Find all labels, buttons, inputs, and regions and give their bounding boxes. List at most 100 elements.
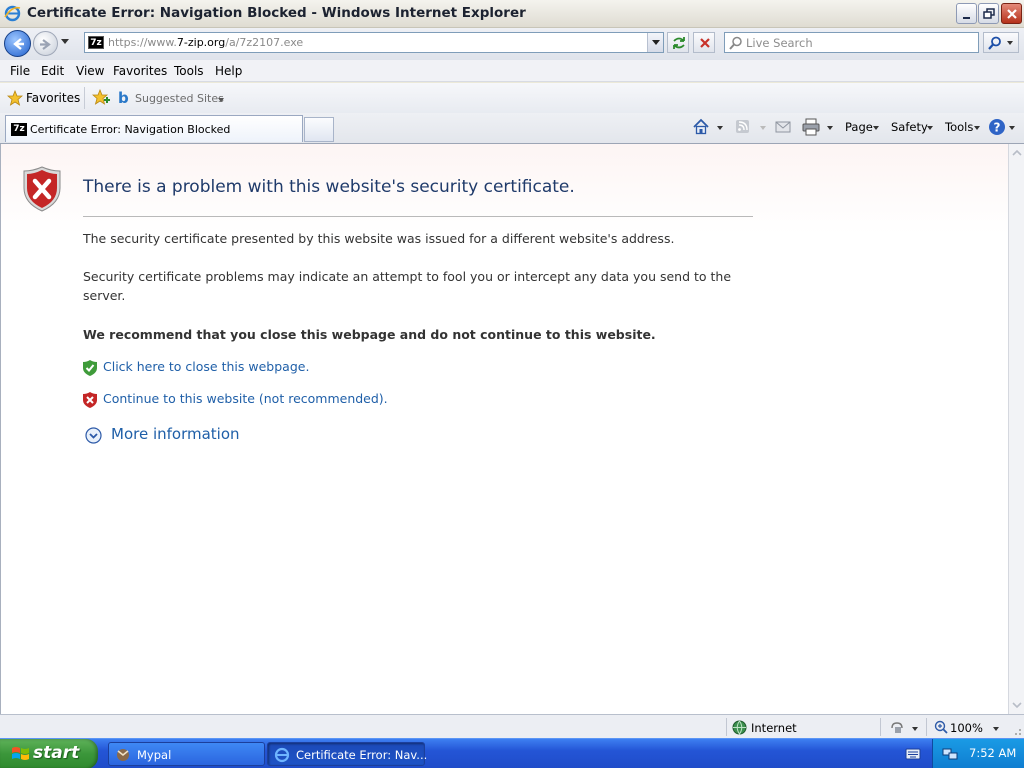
security-zone[interactable]: Internet <box>751 721 797 735</box>
recent-pages-dropdown[interactable] <box>61 39 69 44</box>
keyboard-icon[interactable] <box>905 747 921 761</box>
minimize-button[interactable] <box>956 3 977 24</box>
safe-shield-icon <box>83 360 97 376</box>
continue-to-website-link[interactable]: Continue to this website (not recommende… <box>103 391 388 406</box>
expand-chevron-icon <box>85 427 102 444</box>
mypal-icon <box>117 749 129 761</box>
restore-icon <box>983 8 995 19</box>
network-icon[interactable] <box>942 746 958 762</box>
feeds-dropdown-icon[interactable] <box>760 126 766 130</box>
menu-favorites[interactable]: Favorites <box>113 64 167 78</box>
search-placeholder: Live Search <box>746 36 813 50</box>
svg-text:?: ? <box>994 121 1001 135</box>
stop-icon <box>700 38 710 48</box>
taskbar-item-label: Certificate Error: Nav... <box>296 748 428 762</box>
status-divider <box>926 718 927 736</box>
home-dropdown-icon[interactable] <box>717 126 723 130</box>
url-prefix: https://www. <box>108 36 177 49</box>
tab-certificate-error[interactable]: 7z Certificate Error: Navigation Blocked <box>5 115 303 142</box>
system-clock[interactable]: 7:52 AM <box>969 746 1016 760</box>
page-menu-dropdown-icon[interactable] <box>873 126 879 130</box>
scroll-up-icon[interactable] <box>1010 146 1024 160</box>
forward-arrow-icon <box>40 39 51 50</box>
safety-menu[interactable]: Safety <box>891 120 928 134</box>
search-button[interactable] <box>983 32 1019 53</box>
status-bar: Internet 100% <box>0 714 1024 738</box>
window-title: Certificate Error: Navigation Blocked - … <box>27 5 526 21</box>
print-icon[interactable] <box>802 118 820 136</box>
close-icon <box>1007 9 1017 19</box>
refresh-icon <box>673 37 685 49</box>
help-dropdown-icon[interactable] <box>1009 126 1015 130</box>
home-icon[interactable] <box>692 118 710 136</box>
protected-mode-icon[interactable] <box>890 720 906 734</box>
menu-tools[interactable]: Tools <box>174 64 204 78</box>
recommendation-text: We recommend that you close this webpage… <box>83 327 656 342</box>
search-go-icon <box>988 36 1001 50</box>
url-text[interactable]: https://www.7-zip.org/a/7z2107.exe <box>108 36 303 49</box>
menu-bar: File Edit View Favorites Tools Help <box>0 60 1024 82</box>
favorites-bar: Favorites b Suggested Sites <box>0 83 1024 113</box>
forward-button[interactable] <box>33 31 58 56</box>
divider <box>83 216 753 217</box>
windows-flag-icon <box>12 747 29 760</box>
safety-menu-dropdown-icon[interactable] <box>927 126 933 130</box>
back-arrow-icon <box>13 38 24 50</box>
page-menu[interactable]: Page <box>845 120 873 134</box>
tab-row: 7z Certificate Error: Navigation Blocked… <box>0 113 1024 144</box>
site-favicon: 7z <box>88 36 104 49</box>
zoom-icon <box>934 720 948 734</box>
tab-favicon: 7z <box>11 123 27 136</box>
tab-label: Certificate Error: Navigation Blocked <box>30 123 231 136</box>
suggested-sites-button[interactable]: Suggested Sites <box>135 92 224 105</box>
warning-shield-icon <box>83 392 97 408</box>
address-dropdown-button[interactable] <box>647 33 663 52</box>
ie-taskbar-icon <box>274 747 290 763</box>
tools-menu-dropdown-icon[interactable] <box>974 126 980 130</box>
add-to-favorites-icon[interactable] <box>92 89 110 107</box>
read-mail-icon[interactable] <box>775 118 791 134</box>
status-divider <box>726 718 727 736</box>
print-dropdown-icon[interactable] <box>827 126 833 130</box>
bing-icon: b <box>118 89 129 107</box>
stop-button[interactable] <box>693 32 715 53</box>
window-titlebar: Certificate Error: Navigation Blocked - … <box>0 0 1024 28</box>
resize-grip-icon[interactable] <box>1011 725 1023 737</box>
taskbar-item-mypal[interactable]: Mypal <box>108 742 265 766</box>
close-window-button[interactable] <box>1001 3 1022 24</box>
start-button[interactable]: start <box>0 739 98 768</box>
back-button[interactable] <box>4 30 31 57</box>
url-suffix: /a/7z2107.exe <box>225 36 304 49</box>
help-icon[interactable]: ? <box>988 118 1006 136</box>
favorites-star-icon <box>7 90 23 106</box>
close-webpage-link[interactable]: Click here to close this webpage. <box>103 359 309 374</box>
suggested-sites-dropdown-icon[interactable] <box>218 98 224 102</box>
scroll-down-icon[interactable] <box>1010 698 1024 712</box>
new-tab-button[interactable] <box>304 117 334 142</box>
protected-mode-dropdown-icon[interactable] <box>912 727 918 731</box>
menu-file[interactable]: File <box>10 64 30 78</box>
menu-view[interactable]: View <box>76 64 104 78</box>
menu-help[interactable]: Help <box>215 64 242 78</box>
error-shield-icon <box>23 166 61 212</box>
feeds-icon[interactable] <box>735 118 751 134</box>
status-divider <box>880 718 881 736</box>
search-options-dropdown[interactable] <box>1007 41 1013 45</box>
start-label: start <box>33 743 80 763</box>
vertical-scrollbar[interactable] <box>1008 144 1024 714</box>
zoom-level[interactable]: 100% <box>950 721 983 735</box>
address-field[interactable]: 7z https://www.7-zip.org/a/7z2107.exe <box>84 32 664 53</box>
taskbar-item-ie[interactable]: Certificate Error: Nav... <box>267 742 428 766</box>
description-1: The security certificate presented by th… <box>83 231 675 246</box>
zoom-dropdown-icon[interactable] <box>993 727 999 731</box>
url-domain: 7-zip.org <box>176 36 226 49</box>
favorites-button[interactable]: Favorites <box>26 91 80 105</box>
restore-button[interactable] <box>978 3 999 24</box>
menu-edit[interactable]: Edit <box>41 64 64 78</box>
search-input[interactable]: Live Search <box>724 32 979 53</box>
ie-logo-icon <box>4 5 21 22</box>
refresh-button[interactable] <box>667 32 689 53</box>
favorites-separator <box>84 87 85 109</box>
tools-menu[interactable]: Tools <box>945 120 973 134</box>
page-title: There is a problem with this website's s… <box>83 177 575 197</box>
